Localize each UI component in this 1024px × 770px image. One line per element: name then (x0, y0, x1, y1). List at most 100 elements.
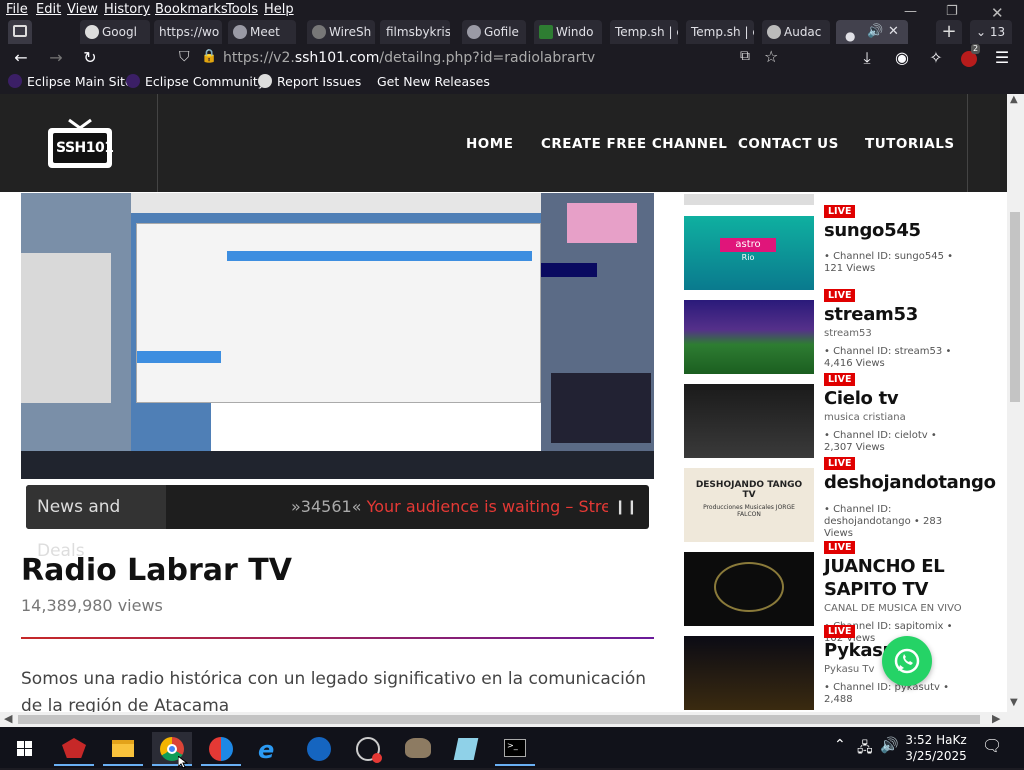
nav-home[interactable]: HOME (466, 136, 513, 152)
scroll-left-arrow-icon[interactable]: ◀ (4, 712, 12, 725)
menu-history[interactable]: History (104, 2, 150, 17)
taskbar-app-4[interactable] (201, 732, 241, 766)
google-icon (85, 25, 99, 39)
channel-thumbnail[interactable] (684, 552, 814, 626)
video-player[interactable] (21, 193, 654, 479)
tab-meet[interactable]: Meet (228, 20, 296, 44)
bookmark-eclipse-community[interactable]: Eclipse Community (126, 74, 265, 89)
channel-thumbnail[interactable] (684, 384, 814, 458)
taskbar-file-explorer[interactable] (103, 732, 143, 766)
taskbar-app-1[interactable] (54, 732, 94, 766)
bookmark-eclipse-main[interactable]: Eclipse Main Site (8, 74, 133, 89)
site-logo[interactable]: SSH101 (47, 118, 114, 170)
account-icon[interactable]: ◉ (891, 48, 913, 68)
tab-google[interactable]: Googl (80, 20, 150, 44)
list-all-tabs-button[interactable]: ⌄ 13 (970, 20, 1012, 44)
scroll-down-arrow-icon[interactable]: ▼ (1010, 697, 1018, 708)
taskbar-gimp[interactable] (397, 732, 437, 766)
channel-card-deshojandotango[interactable]: DESHOJANDO TANGO TV Producciones Musical… (684, 457, 996, 550)
new-tab-button[interactable]: + (936, 20, 962, 44)
tab-strip: Googl https://wo Meet WireSh filmsbykris… (0, 18, 1024, 44)
channel-card-title[interactable]: stream53 (824, 303, 984, 326)
channel-thumbnail[interactable] (684, 636, 814, 710)
whatsapp-button[interactable] (882, 636, 932, 686)
menu-file[interactable]: File (6, 2, 28, 17)
network-icon[interactable]: 🖧 (857, 737, 873, 761)
previous-card-thumbnail[interactable] (684, 194, 814, 205)
start-button[interactable] (5, 732, 45, 766)
menu-view[interactable]: View (67, 2, 98, 17)
channel-thumbnail[interactable]: DESHOJANDO TANGO TV Producciones Musical… (684, 468, 814, 542)
minimize-button[interactable]: — (904, 4, 917, 19)
channel-thumbnail[interactable]: astro Rio (684, 216, 814, 290)
tab-filmsbykris[interactable]: filmsbykris (380, 20, 450, 44)
scrollbar-thumb[interactable] (18, 715, 980, 724)
menu-edit[interactable]: Edit (36, 2, 61, 17)
scrollbar-thumb[interactable] (1010, 212, 1020, 402)
system-clock[interactable]: 3:52 HaKz 3/25/2025 (904, 732, 968, 764)
tab-temp-sh-2[interactable]: Temp.sh | e (686, 20, 754, 44)
lock-icon[interactable]: 🔒 (201, 49, 217, 64)
tab-active-ssh101[interactable]: ● 🔊 ✕ (836, 20, 908, 44)
scroll-up-arrow-icon[interactable]: ▲ (1010, 94, 1018, 105)
picture-in-picture-icon[interactable]: ⧉ (740, 48, 750, 64)
address-bar[interactable]: ⛉ 🔒 https://v2.ssh101.com/detailng.php?i… (172, 46, 792, 71)
tab-temp-sh-1[interactable]: Temp.sh | e (610, 20, 678, 44)
speaker-icon[interactable]: 🔊 (867, 20, 883, 44)
taskbar-app-7[interactable] (348, 732, 388, 766)
notifications-icon[interactable]: 🗨 (982, 736, 1002, 755)
tab-gofile[interactable]: Gofile (462, 20, 526, 44)
bookmark-star-icon[interactable]: ☆ (764, 47, 778, 66)
nav-tutorials[interactable]: TUTORIALS (865, 136, 955, 152)
channel-card-subtitle: CANAL DE MUSICA EN VIVO (824, 603, 962, 614)
tab-overview-button[interactable] (8, 20, 32, 44)
app-menu-icon[interactable]: ☰ (991, 48, 1013, 68)
reload-button[interactable]: ↻ (79, 48, 101, 68)
tab-label: https://wo (159, 25, 220, 39)
close-tab-icon[interactable]: ✕ (888, 20, 899, 44)
url-text[interactable]: https://v2.ssh101.com/detailng.php?id=ra… (223, 50, 595, 66)
shield-icon[interactable]: ⛉ (179, 49, 190, 65)
channel-card-title[interactable]: JUANCHO EL SAPITO TV (824, 555, 984, 601)
horizontal-scrollbar[interactable]: ◀ ▶ (0, 712, 1007, 727)
taskbar-app-6[interactable] (299, 732, 339, 766)
channel-thumbnail[interactable] (684, 300, 814, 374)
gimp-icon (405, 738, 431, 758)
tab-windows[interactable]: Windo (534, 20, 602, 44)
taskbar-internet-explorer[interactable]: e (250, 732, 290, 766)
channel-card-stream53[interactable]: LIVE stream53 stream53 • Channel ID: str… (684, 289, 984, 382)
channel-card-title[interactable]: Cielo tv (824, 387, 984, 410)
extension-addon-icon[interactable]: 2 (958, 44, 981, 68)
channel-card-title[interactable]: sungo545 (824, 219, 984, 242)
channel-card-title[interactable]: deshojandotango (824, 471, 996, 494)
menu-bookmarks[interactable]: Bookmarks (155, 2, 228, 17)
ticker-pause-button[interactable]: ❙❙ (613, 495, 639, 519)
tab-https-wo[interactable]: https://wo (154, 20, 222, 44)
channel-card-pykasutv[interactable]: LIVE Pykasu Tv Pykasu Tv • Channel ID: p… (684, 625, 984, 712)
channel-card-sapitomix[interactable]: LIVE JUANCHO EL SAPITO TV CANAL DE MUSIC… (684, 541, 984, 644)
extensions-icon[interactable]: ✧ (925, 48, 947, 68)
tab-wireshark[interactable]: WireSh (307, 20, 375, 44)
menu-help[interactable]: Help (264, 2, 294, 17)
forward-button[interactable]: → (45, 48, 67, 68)
show-hidden-icons-icon[interactable]: ⌃ (834, 737, 846, 753)
bookmark-get-new-releases[interactable]: Get New Releases (377, 74, 490, 89)
downloads-icon[interactable]: ⤓ (856, 48, 878, 68)
nav-create-free-channel[interactable]: CREATE FREE CHANNEL (541, 136, 727, 152)
video-selected-row (227, 251, 532, 261)
vertical-scrollbar[interactable]: ▲ ▼ (1007, 94, 1024, 712)
taskbar-app-9[interactable] (446, 732, 486, 766)
back-button[interactable]: ← (10, 48, 32, 68)
tab-audacity[interactable]: Audac (762, 20, 830, 44)
channel-card-cielotv[interactable]: LIVE Cielo tv musica cristiana • Channel… (684, 373, 984, 466)
bookmark-report-issues[interactable]: Report Issues (258, 74, 361, 89)
menu-tools[interactable]: Tools (226, 2, 258, 17)
scroll-right-arrow-icon[interactable]: ▶ (992, 712, 1000, 725)
channel-card-sungo545[interactable]: astro Rio LIVE sungo545 • Channel ID: su… (684, 205, 984, 298)
nav-contact-us[interactable]: CONTACT US (738, 136, 839, 152)
restore-button[interactable]: ❐ (946, 4, 958, 19)
taskbar-terminal[interactable]: >_ (495, 732, 535, 766)
volume-icon[interactable]: 🔊 (880, 736, 899, 754)
ticker-text[interactable]: »34561« Your audience is waiting – Strea (291, 497, 608, 516)
channel-card-subtitle: stream53 (824, 328, 872, 339)
